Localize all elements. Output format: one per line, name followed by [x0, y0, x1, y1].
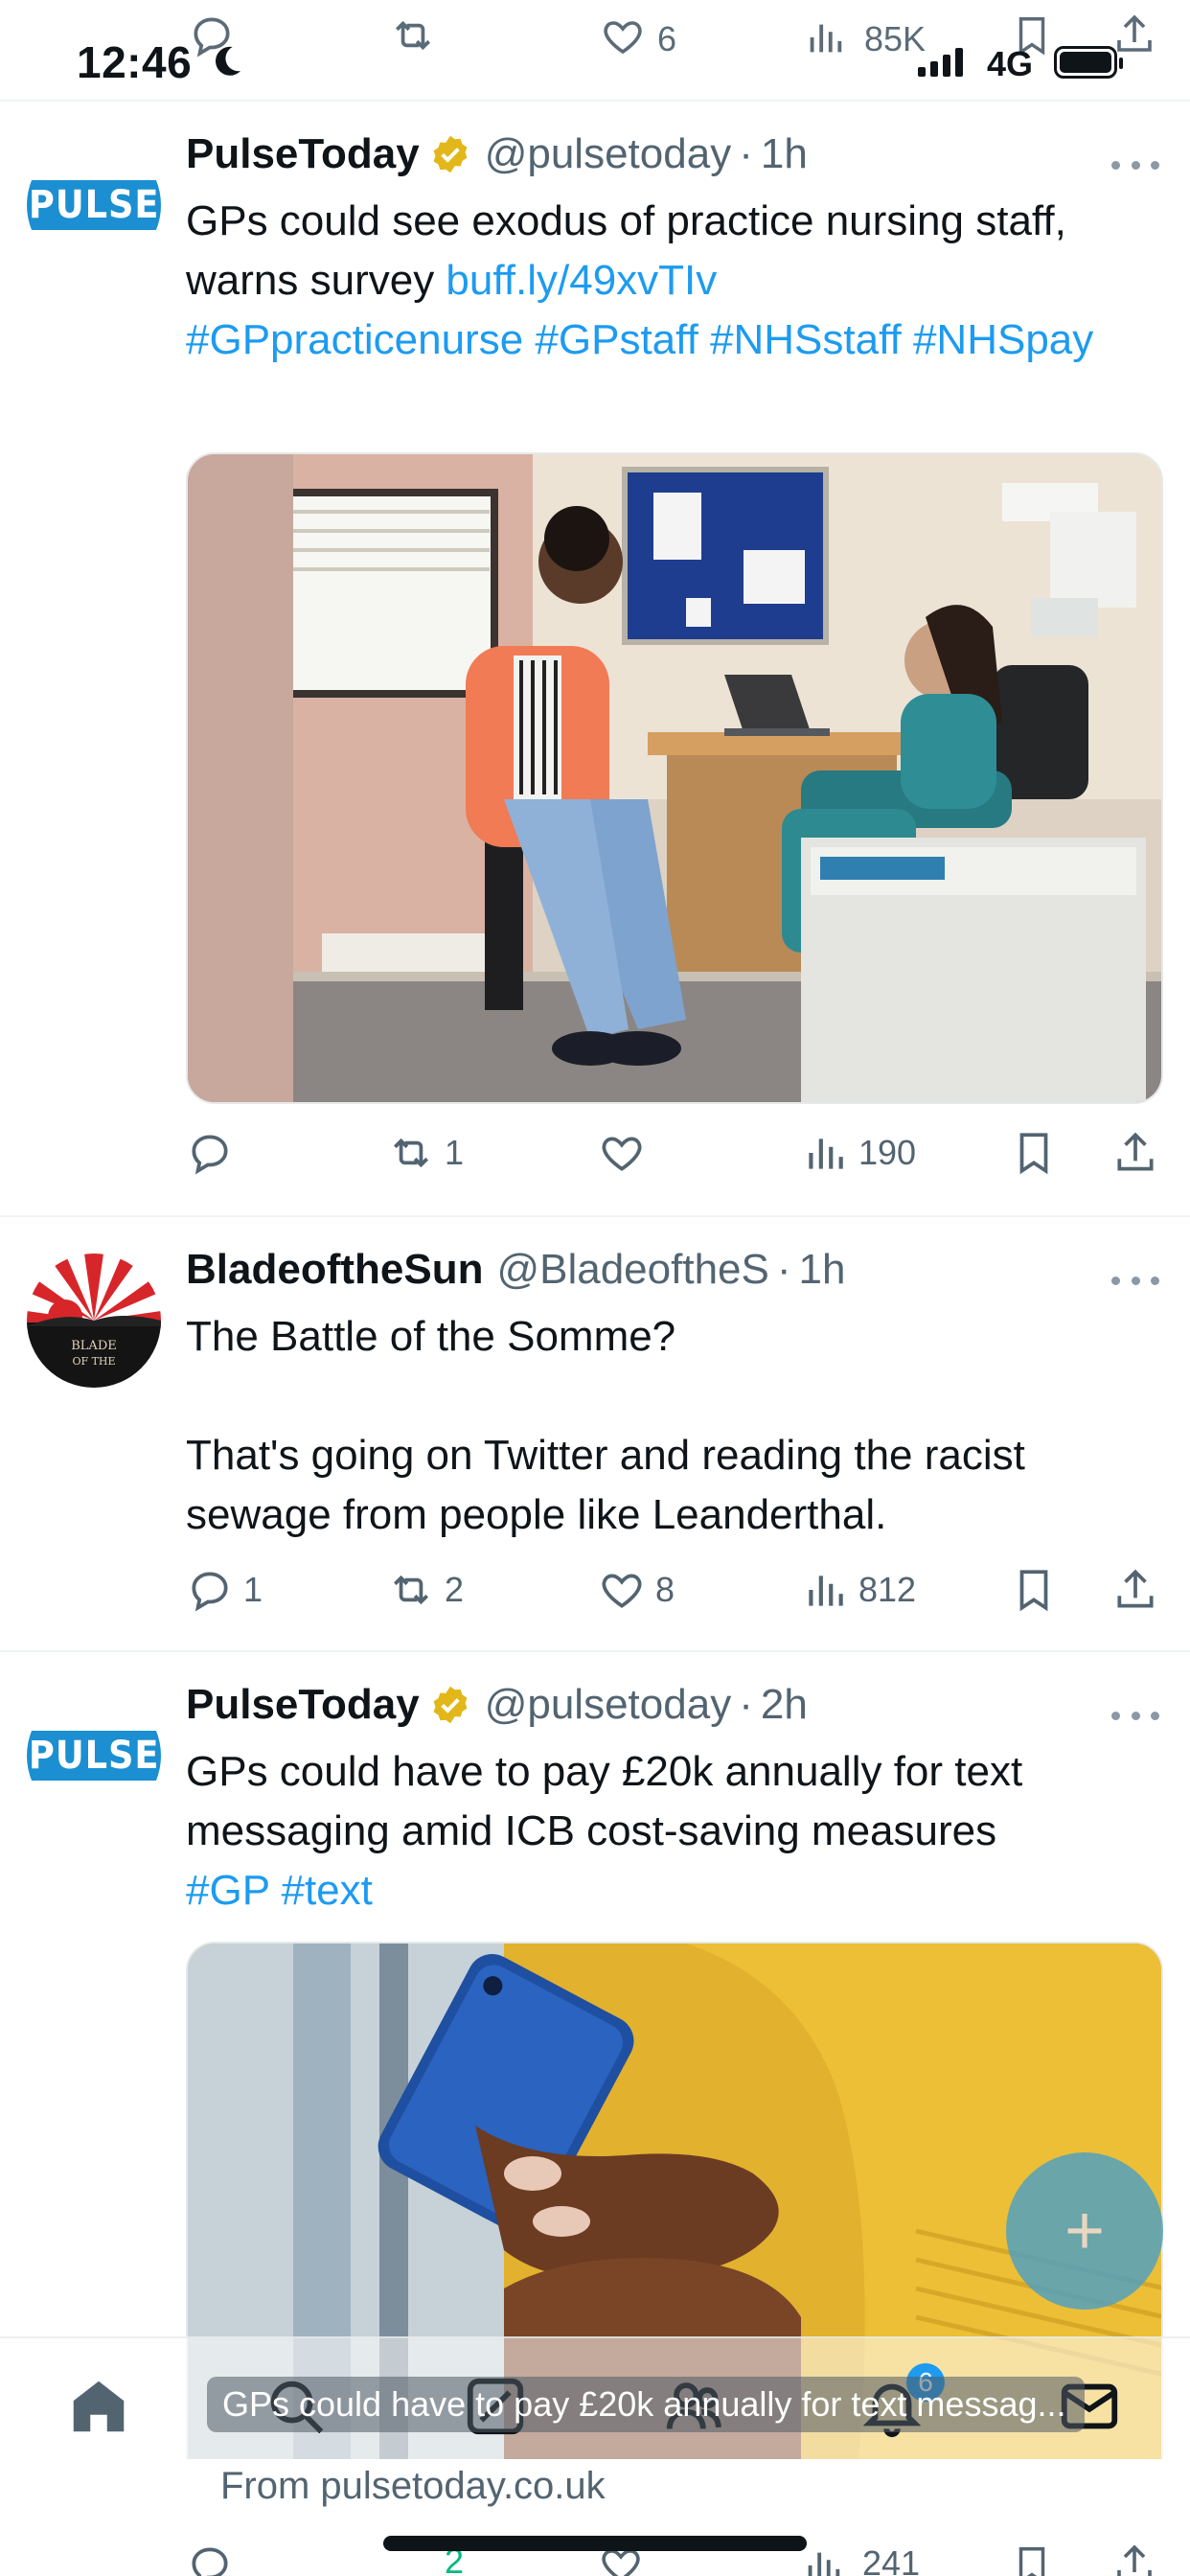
reply-icon[interactable] [186, 2542, 234, 2576]
bookmark-icon[interactable] [1010, 2543, 1054, 2576]
verified-badge-icon [433, 135, 468, 173]
tweet[interactable]: PULSE PulseToday @pulsetoday · 1h GPs co… [0, 104, 1190, 1217]
like-count: 8 [655, 1570, 675, 1609]
retweet-count: 1 [445, 1133, 465, 1172]
tweet-text: The Battle of the Somme? That's going on… [186, 1313, 1025, 1538]
retweet-icon[interactable] [389, 12, 437, 59]
bookmark-icon [1019, 1133, 1048, 1175]
tweet-header: BladeoftheSun @BladeoftheS · 1h [186, 1246, 845, 1294]
plus-icon: + [1064, 2193, 1106, 2269]
consultation-photo [188, 454, 1161, 1102]
handle[interactable]: @BladeoftheS [496, 1246, 768, 1294]
like-icon [602, 1574, 642, 1608]
like-button[interactable]: 8 [598, 1566, 675, 1614]
status-bar: 6 85K 12:46 4G [0, 0, 1190, 102]
share-icon[interactable] [1111, 2542, 1157, 2576]
retweet-button[interactable]: 2 [387, 1566, 464, 1614]
bookmark-button[interactable] [1010, 1129, 1067, 1177]
share-icon[interactable] [1111, 12, 1157, 58]
pulse-logo: PULSE [27, 180, 161, 230]
tweet-link[interactable]: buff.ly/49xvTIv [446, 257, 717, 304]
tweet-hashtags[interactable]: #GPpracticenurse #GPstaff #NHSstaff #NHS… [186, 316, 1093, 363]
tweet-text: GPs could see exodus of practice nursing… [186, 192, 1163, 370]
share-button[interactable] [1111, 1129, 1169, 1177]
home-icon[interactable] [65, 2373, 132, 2440]
reply-icon [192, 1572, 228, 1612]
tweet-body: GPs could have to pay £20k annually for … [186, 1748, 1035, 1854]
view-count: 85K [864, 19, 927, 58]
avatar[interactable]: PULSE [27, 138, 161, 272]
svg-text:BLADE: BLADE [71, 1339, 117, 1353]
views-button[interactable]: 190 [801, 1129, 916, 1177]
retweet-icon [394, 1138, 428, 1168]
share-button[interactable] [1111, 1566, 1169, 1614]
views-icon[interactable] [803, 15, 847, 59]
view-count: 812 [858, 1570, 917, 1609]
retweet-button[interactable]: 1 [387, 1129, 464, 1177]
tweet[interactable]: BLADE OF THE BladeoftheSun @BladeoftheS … [0, 1219, 1190, 1652]
tweet-image[interactable] [186, 452, 1163, 1104]
display-name[interactable]: PulseToday [186, 130, 420, 178]
tweet-actions: 1 190 [186, 1129, 1163, 1186]
cellular-signal-icon [918, 48, 963, 77]
bookmark-icon [1019, 1570, 1048, 1612]
focus-moon-icon [216, 46, 240, 76]
share-icon [1117, 1569, 1154, 1608]
handle[interactable]: @pulsetoday [485, 130, 732, 178]
verified-badge-icon [433, 1686, 468, 1724]
view-count: 241 [862, 2543, 921, 2576]
tweet-text: GPs could have to pay £20k annually for … [186, 1742, 1163, 1920]
display-name[interactable]: PulseToday [186, 1681, 420, 1729]
home-indicator[interactable] [383, 2536, 807, 2551]
separator: · [739, 130, 753, 177]
bookmark-button[interactable] [1010, 1566, 1067, 1614]
display-name[interactable]: BladeoftheSun [186, 1246, 483, 1294]
views-icon [809, 1576, 843, 1606]
svg-text:OF THE: OF THE [72, 1355, 115, 1368]
link-title-toast[interactable]: GPs could have to pay £20k annually for … [207, 2377, 1085, 2432]
more-options-icon[interactable] [1111, 1271, 1159, 1290]
like-count: 6 [657, 19, 677, 58]
reply-icon [192, 1135, 228, 1175]
retweet-icon [394, 1575, 428, 1605]
reply-button[interactable] [186, 1129, 243, 1177]
like-icon [602, 1137, 642, 1171]
clock: 12:46 [77, 37, 193, 87]
views-icon[interactable] [801, 2543, 845, 2576]
share-icon [1117, 1132, 1154, 1171]
more-options-icon[interactable] [1111, 155, 1159, 174]
blade-of-the-sun-logo: BLADE OF THE [27, 1254, 161, 1388]
tweet-header: PulseToday @pulsetoday · 2h [186, 1681, 808, 1729]
view-count: 190 [858, 1133, 917, 1172]
tweet-header: PulseToday @pulsetoday · 1h [186, 130, 808, 178]
network-type: 4G [987, 44, 1034, 83]
timestamp[interactable]: 1h [799, 1246, 846, 1294]
views-button[interactable]: 812 [801, 1566, 916, 1614]
timestamp[interactable]: 1h [761, 130, 808, 178]
tweet-actions: 1 2 8 812 [186, 1566, 1163, 1623]
like-button[interactable] [598, 1129, 655, 1177]
separator: · [776, 1246, 791, 1293]
battery-icon [1054, 46, 1123, 79]
timestamp[interactable]: 2h [761, 1681, 808, 1729]
reply-count: 1 [243, 1570, 263, 1609]
separator: · [739, 1681, 753, 1728]
retweet-count: 2 [445, 1570, 465, 1609]
link-source[interactable]: From pulsetoday.co.uk [220, 2465, 606, 2508]
tweet-hashtags[interactable]: #GP #text [186, 1867, 373, 1914]
avatar[interactable]: PULSE [27, 1689, 161, 1823]
handle[interactable]: @pulsetoday [485, 1681, 732, 1729]
reply-button[interactable]: 1 [186, 1566, 263, 1614]
views-icon [809, 1138, 843, 1169]
avatar[interactable]: BLADE OF THE [27, 1254, 161, 1388]
compose-button[interactable]: + [1006, 2152, 1163, 2310]
more-options-icon[interactable] [1111, 1706, 1159, 1725]
pulse-logo: PULSE [27, 1731, 161, 1781]
like-icon[interactable] [600, 13, 646, 59]
